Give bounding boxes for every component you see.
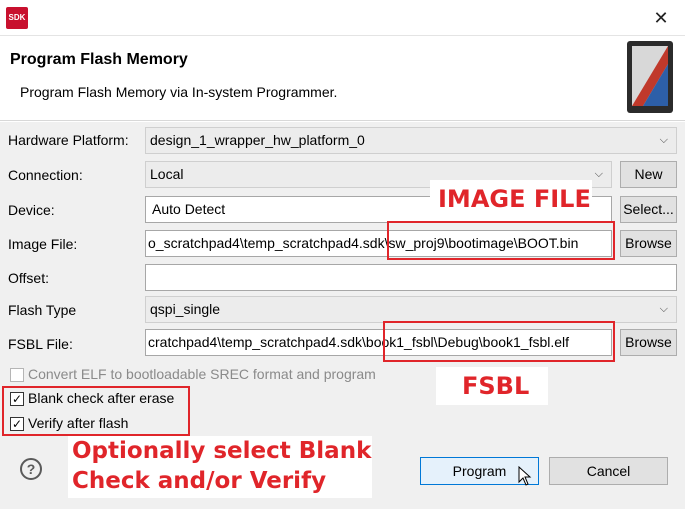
offset-label: Offset: bbox=[8, 270, 49, 286]
cancel-button[interactable]: Cancel bbox=[549, 457, 668, 485]
flash-type-value: qspi_single bbox=[150, 301, 221, 317]
image-file-annotation: IMAGE FILE bbox=[430, 180, 592, 218]
chevron-down-icon: ⌵ bbox=[659, 303, 668, 315]
fsbl-file-label: FSBL File: bbox=[8, 336, 73, 352]
convert-elf-checkbox[interactable] bbox=[10, 368, 24, 382]
hardware-platform-value: design_1_wrapper_hw_platform_0 bbox=[150, 132, 365, 148]
image-file-highlight-box bbox=[387, 221, 615, 260]
hardware-platform-select[interactable]: design_1_wrapper_hw_platform_0 ⌵ bbox=[145, 127, 677, 154]
optional-annotation: Optionally select Blank Check and/or Ver… bbox=[68, 436, 372, 498]
flash-type-label: Flash Type bbox=[8, 302, 77, 318]
new-connection-button[interactable]: New bbox=[620, 161, 677, 188]
title-bar: SDK ✕ bbox=[0, 0, 685, 36]
dialog-header: Program Flash Memory Program Flash Memor… bbox=[0, 37, 685, 121]
image-file-label: Image File: bbox=[8, 236, 78, 252]
connection-value: Local bbox=[150, 166, 184, 182]
fsbl-file-highlight-box bbox=[383, 321, 615, 362]
hardware-platform-label: Hardware Platform: bbox=[8, 132, 129, 148]
optional-annotation-line2: Check and/or Verify bbox=[72, 468, 327, 494]
offset-input[interactable] bbox=[145, 264, 677, 291]
browse-image-button[interactable]: Browse bbox=[620, 230, 677, 257]
convert-elf-label: Convert ELF to bootloadable SREC format … bbox=[28, 366, 376, 382]
dialog-subtitle: Program Flash Memory via In-system Progr… bbox=[20, 84, 338, 100]
browse-fsbl-button[interactable]: Browse bbox=[620, 329, 677, 356]
connection-label: Connection: bbox=[8, 167, 83, 183]
device-label: Device: bbox=[8, 202, 55, 218]
fsbl-annotation: FSBL bbox=[436, 367, 548, 405]
sdk-logo-icon: SDK bbox=[6, 7, 28, 29]
options-highlight-box bbox=[2, 386, 190, 436]
flash-memory-banner-icon bbox=[627, 41, 673, 113]
close-icon[interactable]: ✕ bbox=[649, 6, 673, 30]
mouse-pointer-icon bbox=[518, 466, 532, 486]
chevron-down-icon: ⌵ bbox=[594, 168, 603, 180]
help-icon[interactable]: ? bbox=[20, 458, 42, 480]
optional-annotation-line1: Optionally select Blank bbox=[72, 438, 372, 464]
dialog-title: Program Flash Memory bbox=[10, 51, 188, 68]
select-device-button[interactable]: Select... bbox=[620, 196, 677, 223]
chevron-down-icon: ⌵ bbox=[659, 134, 668, 146]
flash-type-select[interactable]: qspi_single ⌵ bbox=[145, 296, 677, 323]
